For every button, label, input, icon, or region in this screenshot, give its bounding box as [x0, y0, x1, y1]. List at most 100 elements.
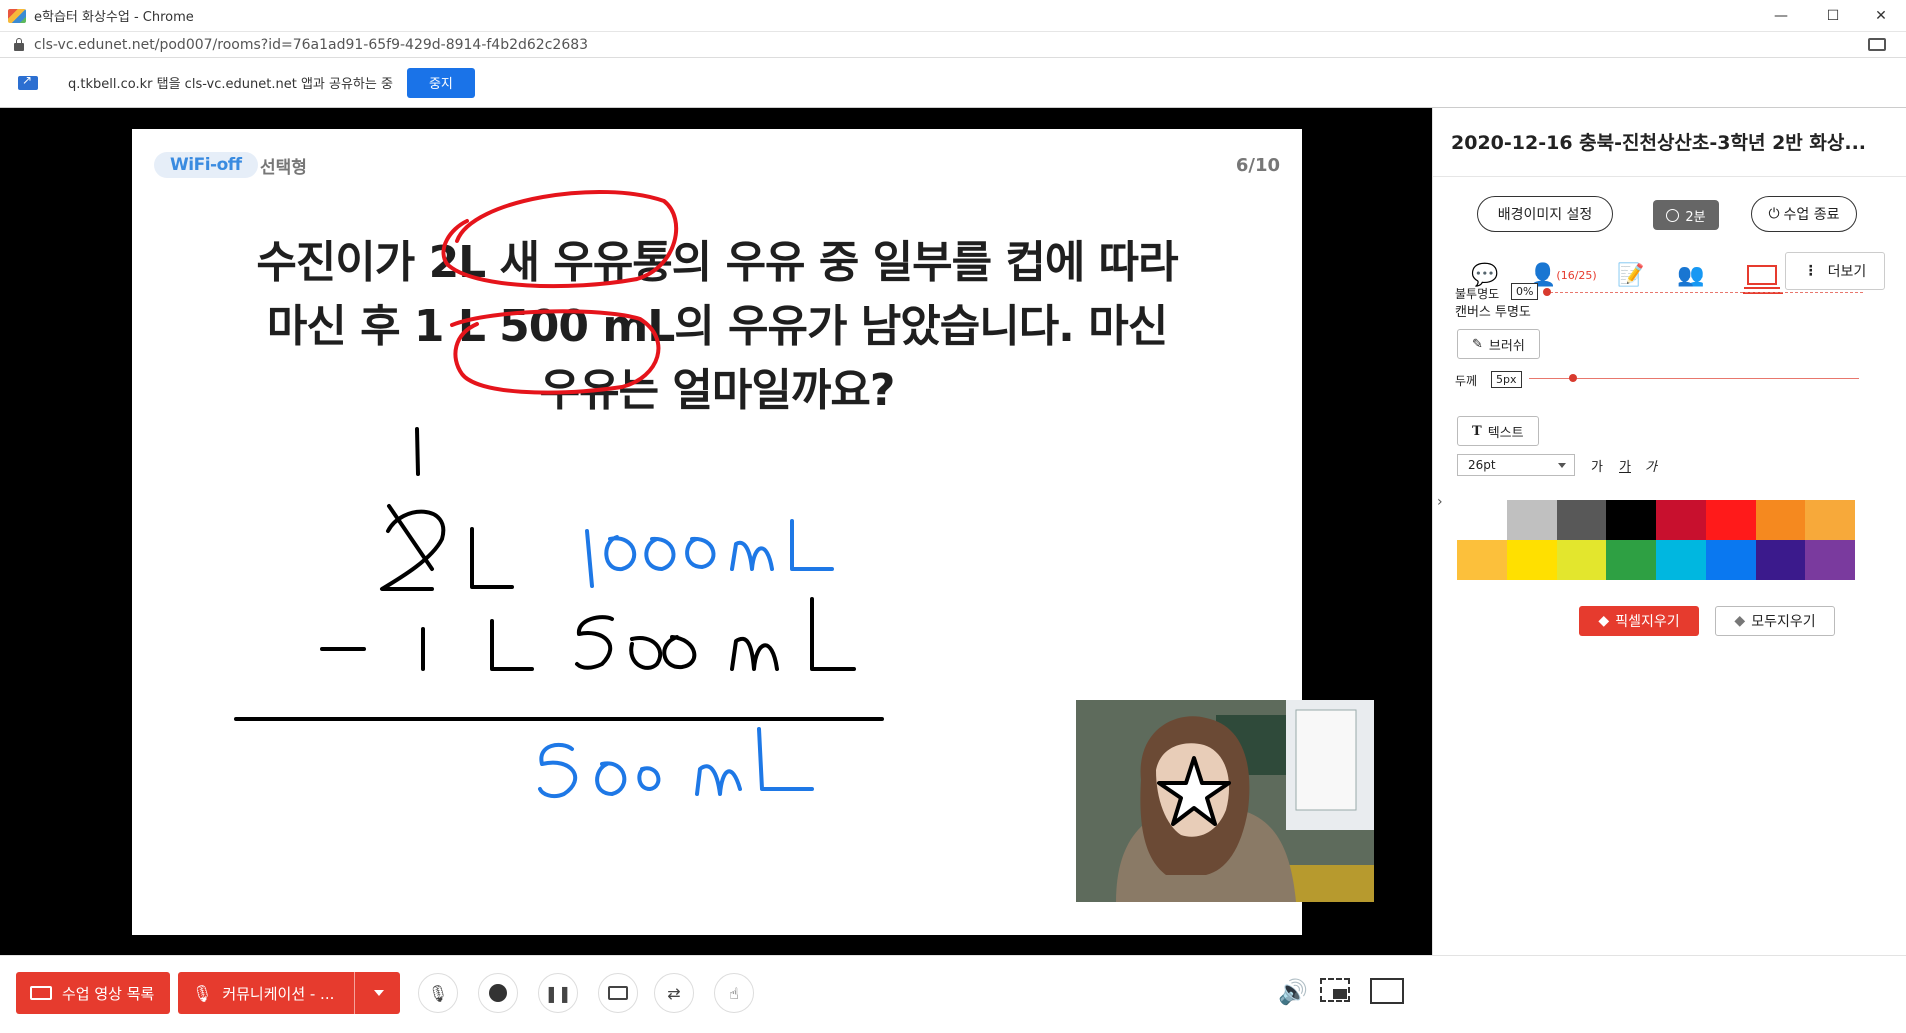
ink-1000ml — [604, 535, 637, 572]
microphone-icon: 🎙 — [192, 983, 213, 1003]
video-list-label: 수업 영상 목록 — [62, 984, 155, 1003]
window-title: e학습터 화상수업 - Chrome — [34, 10, 194, 25]
communication-dropdown[interactable]: 🎙 커뮤니케이션 - ... — [178, 972, 400, 1014]
canvas-opacity-heading: 캔버스 투명도 — [1455, 305, 1531, 320]
color-swatch[interactable] — [1755, 500, 1806, 540]
text-label: 텍스트 — [1487, 425, 1524, 441]
layout-toggle-icon[interactable] — [1320, 978, 1350, 1008]
color-swatch[interactable] — [1656, 540, 1706, 580]
color-swatch[interactable] — [1705, 540, 1756, 580]
opacity-value: 0% — [1511, 283, 1539, 300]
font-underline-button[interactable]: 가 — [1619, 456, 1631, 475]
screen-share-icon — [18, 73, 38, 90]
ink-two-struck — [380, 509, 446, 591]
url-text[interactable]: cls-vc.edunet.net/pod007/rooms?id=76a1ad… — [34, 37, 588, 53]
participants-tab[interactable]: 👤 (16/25) — [1529, 260, 1597, 290]
erase-all-label: 모두지우기 — [1751, 614, 1816, 630]
opacity-label: 불투명도 — [1455, 287, 1500, 301]
thickness-slider-handle[interactable] — [1569, 374, 1577, 382]
more-button[interactable]: ⋮ 더보기 — [1785, 252, 1885, 290]
ink-500ml — [695, 764, 742, 796]
close-button[interactable]: ✕ — [1858, 0, 1904, 32]
text-icon: T — [1472, 423, 1482, 439]
background-image-button[interactable]: 배경이미지 설정 — [1477, 196, 1613, 232]
class-timer: 2분 — [1653, 200, 1719, 230]
swap-view-button[interactable]: ⇄ — [654, 973, 694, 1013]
mic-mute-button[interactable]: 🎙 — [418, 973, 458, 1013]
more-icon: ⋮ — [1803, 263, 1818, 279]
pip-icon — [608, 986, 628, 1000]
group-tab-icon[interactable]: 👥 — [1677, 260, 1704, 290]
ink-500-black — [575, 615, 614, 670]
control-panel: 2020-12-16 충북-진천상산초-3학년 2반 화상... 배경이미지 설… — [1432, 108, 1906, 955]
camera-frame — [1076, 700, 1374, 902]
font-size-select[interactable]: 26pt — [1457, 454, 1575, 476]
fullscreen-icon[interactable] — [1370, 978, 1404, 1010]
color-swatch[interactable] — [1506, 540, 1557, 580]
clock-icon — [1666, 208, 1680, 222]
teacher-camera-video[interactable] — [1076, 700, 1374, 902]
stop-sharing-button[interactable]: 중지 — [406, 67, 475, 98]
ink-500ml — [757, 727, 814, 791]
maximize-button[interactable]: ☐ — [1810, 0, 1856, 32]
font-italic-button[interactable]: 가 — [1645, 456, 1657, 475]
font-size-value: 26pt — [1468, 458, 1496, 472]
record-button[interactable] — [478, 973, 518, 1013]
color-swatch[interactable] — [1556, 500, 1607, 540]
color-swatch[interactable] — [1457, 500, 1507, 540]
whiteboard-tab-icon[interactable] — [1744, 260, 1780, 290]
end-class-button[interactable]: ⏻ 수업 종료 — [1751, 196, 1857, 232]
color-swatch[interactable] — [1606, 500, 1656, 540]
ink-one — [415, 427, 420, 476]
ink-1000ml — [685, 536, 716, 569]
minimize-button[interactable]: — — [1758, 0, 1804, 32]
ink-1000ml — [644, 536, 676, 571]
participants-count: (16/25) — [1556, 268, 1597, 282]
address-bar[interactable]: cls-vc.edunet.net/pod007/rooms?id=76a1ad… — [0, 32, 1906, 58]
red-circle-annotation — [441, 190, 679, 289]
eraser-icon: ◆ — [1598, 613, 1610, 629]
end-class-label: 수업 종료 — [1783, 207, 1840, 223]
thickness-label: 두께 — [1455, 374, 1478, 388]
ink-1000ml — [585, 529, 594, 588]
color-swatch[interactable] — [1755, 540, 1806, 580]
font-normal-button[interactable]: 가 — [1591, 456, 1603, 475]
pixel-erase-label: 픽셀지우기 — [1615, 614, 1680, 630]
color-swatch[interactable] — [1556, 540, 1607, 580]
ink-L-c — [810, 597, 856, 671]
hand-pointer-button[interactable]: ☝ — [714, 973, 754, 1013]
text-button[interactable]: T 텍스트 — [1457, 416, 1539, 446]
color-swatch[interactable] — [1457, 540, 1507, 580]
color-swatch[interactable] — [1805, 500, 1855, 540]
ink-m — [730, 636, 779, 671]
mic-off-icon: 🎙 — [427, 983, 449, 1003]
pip-button[interactable] — [598, 973, 638, 1013]
opacity-slider-track[interactable] — [1545, 292, 1863, 293]
pause-button[interactable]: ❚❚ — [538, 973, 578, 1013]
color-swatch[interactable] — [1656, 500, 1706, 540]
bottom-toolbar: 수업 영상 목록 🎙 커뮤니케이션 - ... 🎙 ❚❚ ⇄ ☝ 🔊 — [0, 955, 1906, 1033]
brush-label: 브러쉬 — [1488, 338, 1525, 354]
ink-L — [470, 527, 514, 589]
speaker-icon[interactable]: 🔊 — [1278, 978, 1308, 1006]
thickness-slider-track[interactable] — [1529, 378, 1859, 379]
ink-500ml — [595, 761, 627, 796]
erase-all-button[interactable]: ◆ 모두지우기 — [1715, 606, 1835, 636]
chevron-down-icon[interactable] — [374, 990, 384, 996]
ink-500ml — [538, 742, 578, 799]
color-palette — [1457, 500, 1855, 580]
class-title: 2020-12-16 충북-진천상산초-3학년 2반 화상... — [1451, 132, 1867, 154]
color-swatch[interactable] — [1705, 500, 1756, 540]
brush-button[interactable]: ✎ 브러쉬 — [1457, 329, 1540, 359]
notes-tab-icon[interactable]: 📝 — [1617, 260, 1644, 290]
color-swatch[interactable] — [1606, 540, 1656, 580]
color-swatch[interactable] — [1805, 540, 1855, 580]
color-swatch[interactable] — [1506, 500, 1557, 540]
cast-icon[interactable] — [1868, 38, 1886, 51]
collapse-chevron-icon[interactable]: › — [1437, 494, 1443, 510]
eraser-icon: ◆ — [1734, 613, 1746, 629]
opacity-slider-handle[interactable] — [1543, 288, 1551, 296]
pixel-erase-button[interactable]: ◆ 픽셀지우기 — [1579, 606, 1699, 636]
class-video-list-button[interactable]: 수업 영상 목록 — [16, 972, 170, 1014]
ink-L-b — [490, 619, 534, 671]
